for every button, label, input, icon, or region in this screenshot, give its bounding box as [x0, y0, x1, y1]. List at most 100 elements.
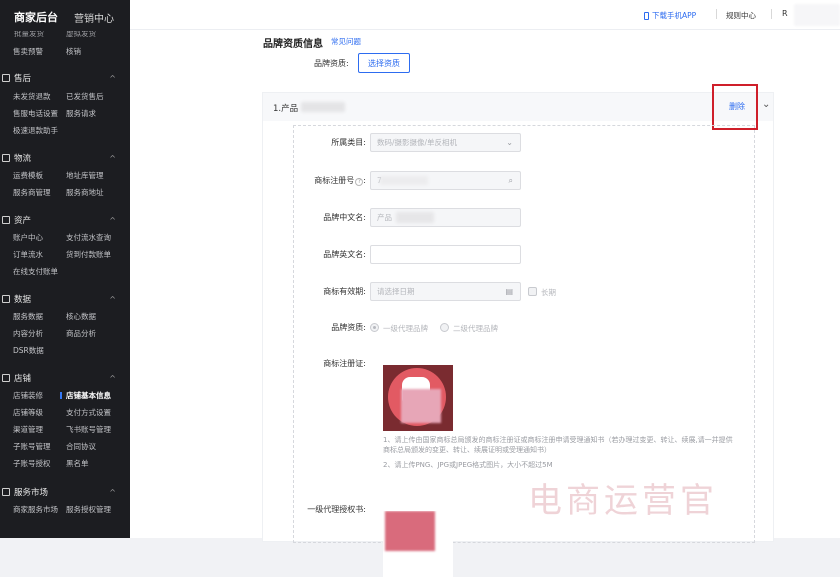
- sidebar-item[interactable]: 渠道管理: [13, 424, 43, 435]
- sidebar-item[interactable]: 极速退款助手: [13, 125, 58, 136]
- chevron-up-icon: ^: [109, 153, 116, 163]
- section-title: 物流: [14, 154, 32, 164]
- cn-name-input[interactable]: 产品: [370, 208, 521, 227]
- chevron-up-icon: ^: [109, 373, 116, 383]
- sidebar-item[interactable]: 账户中心: [13, 232, 43, 243]
- qual-option-second-level: 二级代理品牌: [453, 324, 498, 333]
- sidebar-item[interactable]: 运费模板: [13, 170, 43, 181]
- sidebar-item[interactable]: 商家服务市场: [13, 504, 58, 515]
- sidebar-item[interactable]: 货到付款账单: [66, 249, 111, 260]
- data-icon: [2, 295, 10, 303]
- qualification-label: 品牌资质:: [314, 59, 349, 68]
- chevron-down-icon[interactable]: ⌄: [762, 99, 770, 110]
- date-picker[interactable]: 请选择日期 ▤: [370, 282, 521, 301]
- tab-marketing-center[interactable]: 营销中心: [74, 10, 114, 25]
- sidebar-item[interactable]: 服务授权管理: [66, 504, 111, 515]
- download-app-link[interactable]: 下载手机APP: [644, 10, 696, 21]
- sidebar-row: DSR数据: [0, 342, 130, 359]
- sidebar-item[interactable]: 核心数据: [66, 311, 96, 322]
- sidebar-section-data[interactable]: 数据 ^: [0, 290, 130, 308]
- sidebar-item[interactable]: 店铺装修: [13, 390, 43, 401]
- user-name-redacted: [794, 4, 840, 26]
- sidebar: 商家后台 营销中心 批量发货 虚拟发货 售卖预警 核销 售后 ^ 未发货退款 已发…: [0, 0, 130, 538]
- sidebar-item[interactable]: 售服电话设置: [13, 108, 58, 119]
- sidebar-item[interactable]: 在线支付账单: [13, 266, 58, 277]
- long-term-checkbox[interactable]: [528, 287, 537, 296]
- sidebar-row: 售服电话设置 服务请求: [0, 105, 130, 122]
- sidebar-item[interactable]: 店铺等级: [13, 407, 43, 418]
- date-placeholder: 请选择日期: [377, 287, 415, 296]
- chevron-up-icon: ^: [109, 73, 116, 83]
- sidebar-item-virtual-ship[interactable]: 虚拟发货: [66, 31, 118, 37]
- brand-qual-label: 品牌资质:: [331, 323, 366, 332]
- download-app-label: 下载手机APP: [652, 11, 697, 20]
- sidebar-section-shop[interactable]: 店铺 ^: [0, 369, 130, 387]
- sidebar-item[interactable]: 已发货售后: [66, 91, 104, 102]
- sidebar-row: 服务商管理 服务商地址: [0, 184, 130, 201]
- section-title: 售后: [14, 74, 32, 84]
- sidebar-item[interactable]: DSR数据: [13, 345, 44, 356]
- card-header: 1.产品 删除 ⌄: [263, 84, 773, 130]
- reg-no-label: 商标注册号: [314, 176, 355, 185]
- redacted-reg-no: [380, 176, 428, 185]
- faq-link[interactable]: 常见问题: [331, 36, 361, 47]
- qual-radio-first-level[interactable]: [370, 323, 379, 332]
- auth-letter-image[interactable]: [383, 511, 453, 577]
- sidebar-item[interactable]: 商品分析: [66, 328, 96, 339]
- sidebar-section-logistics[interactable]: 物流 ^: [0, 149, 130, 167]
- reg-no-label-wrap: 商标注册号?:: [296, 175, 366, 186]
- tab-merchant-backend[interactable]: 商家后台: [14, 9, 58, 25]
- sidebar-item[interactable]: 支付流水查询: [66, 232, 111, 243]
- logistics-icon: [2, 154, 10, 162]
- redacted-product-name: [301, 102, 345, 112]
- cert-image[interactable]: [383, 365, 453, 431]
- category-select[interactable]: 数码/摄影摄像/单反相机 ⌄: [370, 133, 521, 152]
- category-label: 所属类目:: [331, 138, 366, 147]
- rules-center-link[interactable]: 规则中心: [726, 10, 756, 21]
- chevron-up-icon: ^: [109, 215, 116, 225]
- en-name-input[interactable]: [370, 245, 521, 264]
- sidebar-item[interactable]: 内容分析: [13, 328, 43, 339]
- sidebar-item[interactable]: 服务请求: [66, 108, 96, 119]
- sidebar-item-sale-warning[interactable]: 售卖预警: [13, 46, 43, 57]
- sidebar-item-batch-ship[interactable]: 批量发货: [14, 31, 66, 37]
- sidebar-row: 极速退款助手: [0, 122, 130, 139]
- sidebar-section-after-sale[interactable]: 售后 ^: [0, 69, 130, 87]
- sidebar-item[interactable]: 支付方式设置: [66, 407, 111, 418]
- sidebar-top-tabs: 商家后台 营销中心: [0, 0, 130, 34]
- sidebar-item[interactable]: 地址库管理: [66, 170, 104, 181]
- search-icon: ⌕: [508, 176, 513, 185]
- sidebar-item-verify[interactable]: 核销: [66, 46, 81, 57]
- sidebar-section-service-market[interactable]: 服务市场 ^: [0, 483, 130, 501]
- sidebar-item[interactable]: 服务数据: [13, 311, 43, 322]
- sidebar-item-shop-basic-info[interactable]: 店铺基本信息: [66, 390, 111, 401]
- section-title: 品牌资质信息: [263, 39, 323, 50]
- sidebar-row: 店铺装修 店铺基本信息: [0, 387, 130, 404]
- chevron-down-icon: ⌄: [506, 138, 513, 147]
- cert-image-mosaic: [401, 389, 441, 423]
- redacted-cn-name: [396, 212, 434, 223]
- sidebar-item[interactable]: 子账号授权: [13, 458, 51, 469]
- sidebar-row: 子账号管理 合同协议: [0, 438, 130, 455]
- sidebar-item[interactable]: 服务商地址: [66, 187, 104, 198]
- sidebar-row: 账户中心 支付流水查询: [0, 229, 130, 246]
- sidebar-item[interactable]: 飞书账号管理: [66, 424, 111, 435]
- sidebar-item[interactable]: 子账号管理: [13, 441, 51, 452]
- phone-icon: [644, 11, 649, 20]
- top-bar: 下载手机APP 规则中心 R: [130, 0, 840, 30]
- sidebar-item[interactable]: 合同协议: [66, 441, 96, 452]
- user-menu[interactable]: R: [782, 9, 788, 18]
- cert-label: 商标注册证:: [323, 359, 366, 368]
- sidebar-item[interactable]: 服务商管理: [13, 187, 51, 198]
- after-sale-icon: [2, 74, 10, 82]
- select-qualification-button[interactable]: 选择资质: [358, 53, 410, 73]
- upload-note-2: 2、请上传PNG、JPG或JPEG格式图片，大小不超过5M: [383, 461, 553, 469]
- sidebar-row: 售卖预警 核销: [0, 43, 130, 60]
- sidebar-item[interactable]: 未发货退款: [13, 91, 51, 102]
- chevron-up-icon: ^: [109, 294, 116, 304]
- sidebar-section-assets[interactable]: 资产 ^: [0, 211, 130, 229]
- sidebar-item[interactable]: 黑名单: [66, 458, 89, 469]
- qual-radio-second-level[interactable]: [440, 323, 449, 332]
- highlight-box: [712, 84, 758, 130]
- sidebar-item[interactable]: 订单流水: [13, 249, 43, 260]
